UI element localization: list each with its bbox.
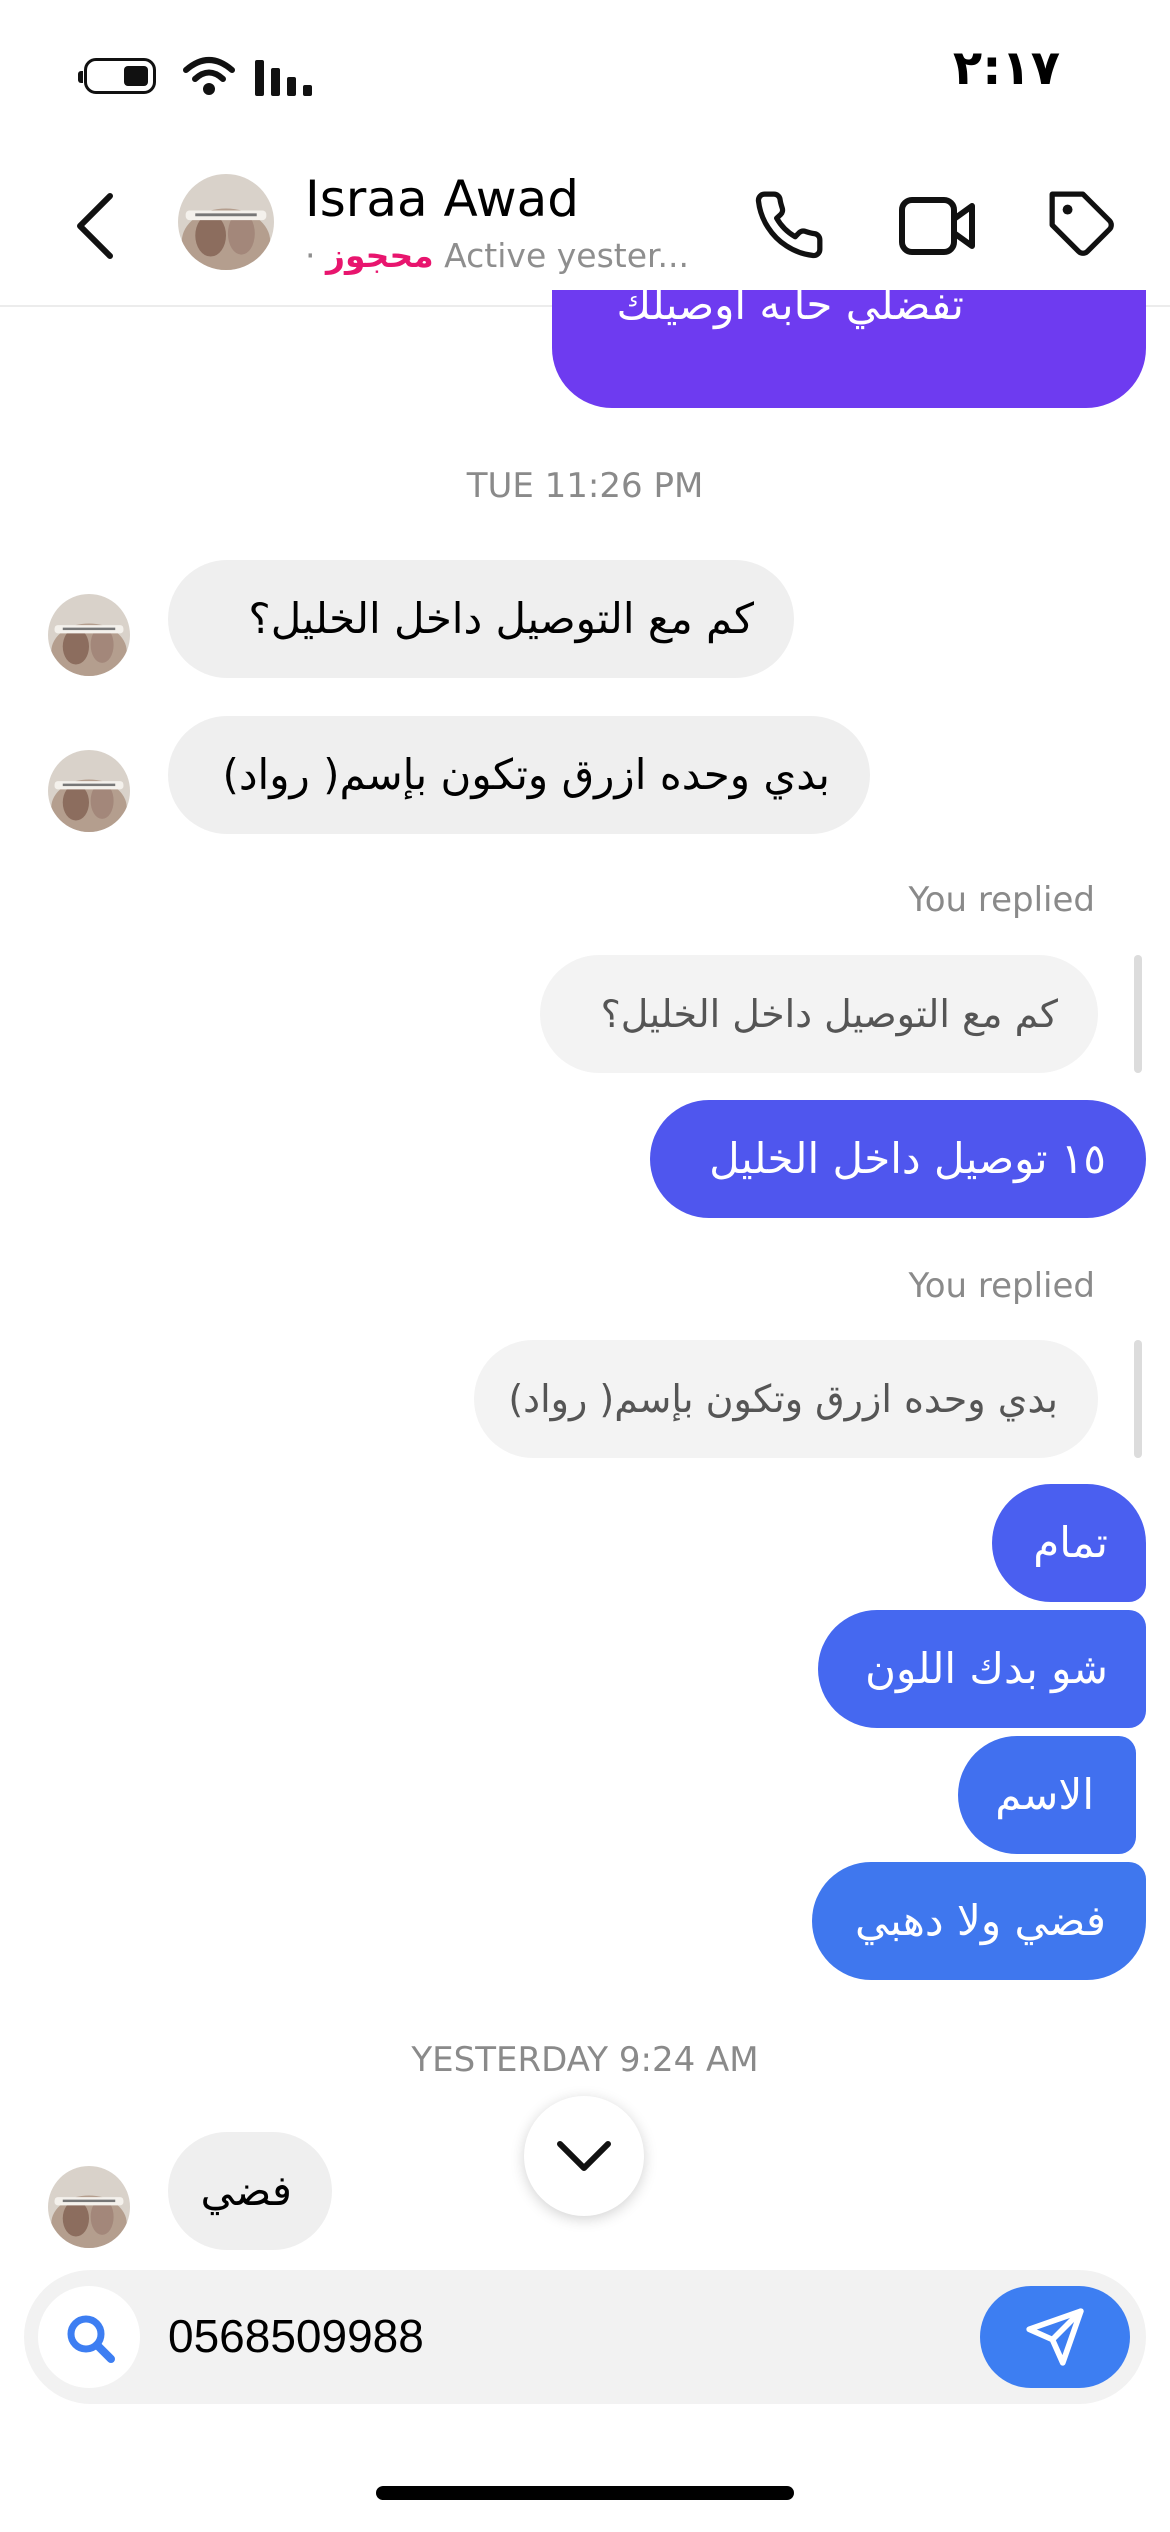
message-outgoing[interactable]: شو بدك اللون bbox=[818, 1610, 1146, 1728]
send-button[interactable] bbox=[980, 2286, 1130, 2388]
message-incoming[interactable]: بدي وحده ازرق وتكون بإسم( رواد) bbox=[168, 716, 870, 834]
chevron-down-icon bbox=[557, 2141, 611, 2171]
quoted-message[interactable]: كم مع التوصيل داخل الخليل؟ bbox=[540, 955, 1098, 1073]
quoted-message[interactable]: بدي وحده ازرق وتكون بإسم( رواد) bbox=[474, 1340, 1098, 1458]
message-input[interactable] bbox=[168, 2296, 948, 2376]
send-icon bbox=[1026, 2308, 1084, 2366]
home-indicator bbox=[376, 2486, 794, 2500]
message-text: تفضلي حابه اوصيلك bbox=[616, 280, 964, 329]
contact-avatar[interactable] bbox=[178, 174, 274, 270]
reply-label: You replied bbox=[908, 1266, 1095, 1306]
message-text: فضي ولا دهبي bbox=[855, 1896, 1106, 1945]
message-outgoing[interactable]: الاسم bbox=[958, 1736, 1136, 1854]
message-outgoing[interactable]: تفضلي حابه اوصيلك bbox=[552, 280, 1146, 408]
sender-avatar[interactable] bbox=[48, 594, 130, 676]
quoted-text: بدي وحده ازرق وتكون بإسم( رواد) bbox=[508, 1377, 1058, 1421]
status-dot: · bbox=[305, 236, 326, 275]
quote-bar bbox=[1134, 955, 1142, 1073]
phone-icon[interactable] bbox=[752, 188, 826, 262]
search-icon bbox=[67, 2315, 115, 2363]
active-status: Active yester... bbox=[444, 236, 690, 275]
contact-name[interactable]: Israa Awad bbox=[305, 170, 579, 228]
message-text: تمام bbox=[1033, 1518, 1108, 1567]
scroll-down-button[interactable] bbox=[524, 2096, 644, 2216]
quoted-text: كم مع التوصيل داخل الخليل؟ bbox=[600, 992, 1058, 1036]
message-text: كم مع التوصيل داخل الخليل؟ bbox=[248, 594, 754, 643]
timestamp: TUE 11:26 PM bbox=[466, 466, 704, 506]
message-outgoing[interactable]: تمام bbox=[992, 1484, 1146, 1602]
video-camera-icon[interactable] bbox=[898, 194, 978, 258]
tag-icon[interactable] bbox=[1046, 188, 1120, 262]
chevron-left-icon[interactable] bbox=[70, 190, 120, 262]
timestamp: YESTERDAY 9:24 AM bbox=[411, 2040, 759, 2080]
status-tag: محجوز bbox=[325, 236, 434, 275]
message-outgoing[interactable]: فضي ولا دهبي bbox=[812, 1862, 1146, 1980]
message-text: شو بدك اللون bbox=[865, 1644, 1108, 1693]
reply-label: You replied bbox=[908, 880, 1095, 920]
contact-status: · محجوز Active yester... bbox=[305, 236, 689, 275]
message-text: بدي وحده ازرق وتكون بإسم( رواد) bbox=[222, 750, 830, 799]
message-incoming[interactable]: فضي bbox=[168, 2132, 332, 2250]
message-text: فضي bbox=[200, 2166, 292, 2215]
message-outgoing[interactable]: ١٥ توصيل داخل الخليل bbox=[650, 1100, 1146, 1218]
status-time: ٢:١٧ bbox=[952, 40, 1060, 96]
message-text: الاسم bbox=[995, 1770, 1094, 1819]
sender-avatar[interactable] bbox=[48, 2166, 130, 2248]
quote-bar bbox=[1134, 1340, 1142, 1458]
battery-icon bbox=[78, 58, 156, 94]
message-incoming[interactable]: كم مع التوصيل داخل الخليل؟ bbox=[168, 560, 794, 678]
search-button[interactable] bbox=[38, 2286, 140, 2388]
message-text: ١٥ توصيل داخل الخليل bbox=[709, 1134, 1106, 1183]
wifi-icon bbox=[183, 57, 235, 95]
sender-avatar[interactable] bbox=[48, 750, 130, 832]
signal-icon bbox=[255, 60, 312, 96]
